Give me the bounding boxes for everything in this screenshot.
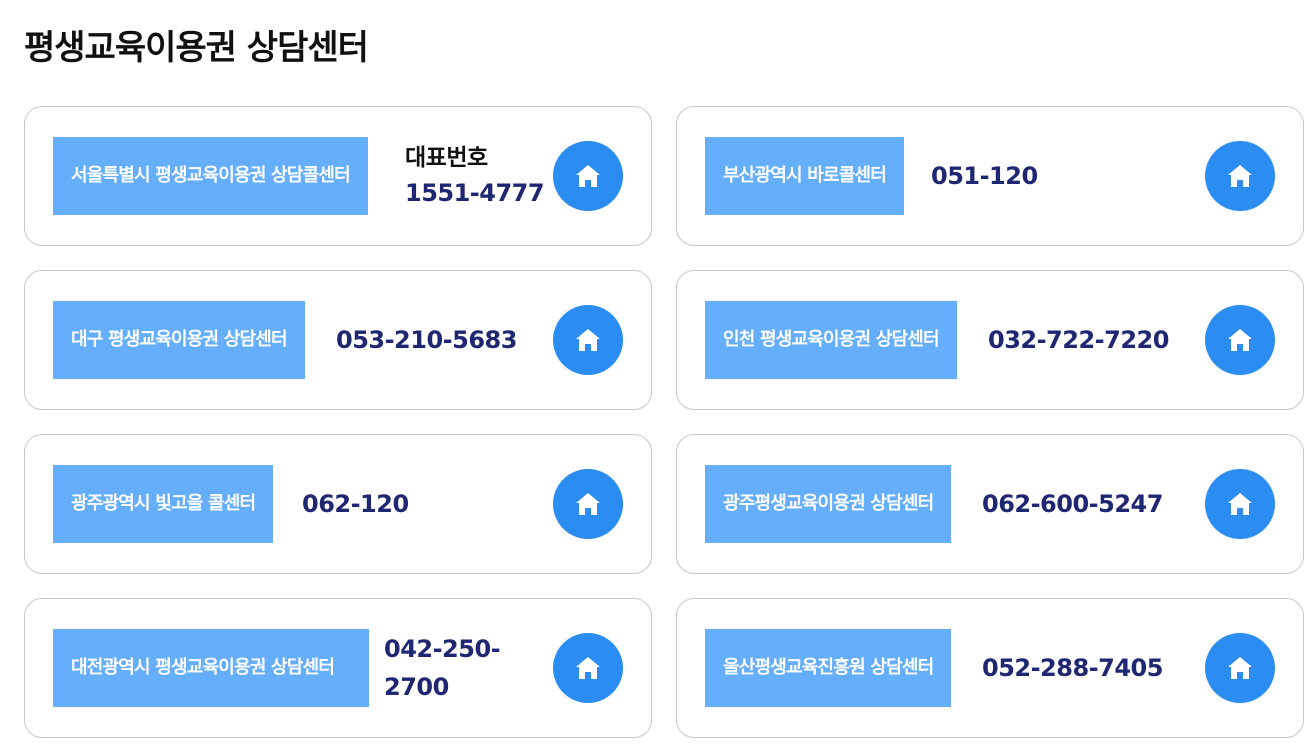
center-name-label: 대전광역시 평생교육이용권 상담센터 bbox=[53, 629, 369, 707]
home-icon bbox=[576, 165, 600, 187]
home-button[interactable] bbox=[1205, 633, 1275, 703]
phone-number: 062-600-5247 bbox=[982, 490, 1163, 518]
home-button[interactable] bbox=[553, 305, 623, 375]
phone-number: 032-722-7220 bbox=[988, 326, 1169, 354]
phone-number: 042-250-2700 bbox=[384, 635, 501, 701]
phone-number: 053-210-5683 bbox=[336, 326, 517, 354]
center-card-incheon: 인천 평생교육이용권 상담센터 032-722-7220 bbox=[676, 270, 1304, 410]
center-name-label: 광주광역시 빛고을 콜센터 bbox=[53, 465, 274, 543]
center-card-ulsan: 울산평생교육진흥원 상담센터 052-288-7405 bbox=[676, 598, 1304, 738]
center-card-seoul: 서울특별시 평생교육이용권 상담콜센터 대표번호 1551-4777 bbox=[24, 106, 652, 246]
home-icon bbox=[1228, 657, 1252, 679]
home-button[interactable] bbox=[553, 469, 623, 539]
home-button[interactable] bbox=[553, 633, 623, 703]
center-card-daegu: 대구 평생교육이용권 상담센터 053-210-5683 bbox=[24, 270, 652, 410]
center-name-label: 광주평생교육이용권 상담센터 bbox=[705, 465, 952, 543]
center-card-daejeon: 대전광역시 평생교육이용권 상담센터 042-250-2700 bbox=[24, 598, 652, 738]
home-icon bbox=[576, 329, 600, 351]
center-card-busan: 부산광역시 바로콜센터 051-120 bbox=[676, 106, 1304, 246]
phone-block: 051-120 bbox=[931, 137, 1038, 215]
home-button[interactable] bbox=[553, 141, 623, 211]
phone-block: 대표번호 1551-4777 bbox=[405, 137, 545, 215]
home-button[interactable] bbox=[1205, 469, 1275, 539]
center-card-gwangju-lifelong: 광주평생교육이용권 상담센터 062-600-5247 bbox=[676, 434, 1304, 574]
home-icon bbox=[1228, 329, 1252, 351]
center-name-label: 서울특별시 평생교육이용권 상담콜센터 bbox=[53, 137, 368, 215]
phone-number: 062-120 bbox=[302, 490, 409, 518]
phone-caption: 대표번호 bbox=[405, 145, 488, 171]
home-icon bbox=[1228, 493, 1252, 515]
center-grid: 서울특별시 평생교육이용권 상담콜센터 대표번호 1551-4777 부산광역시… bbox=[24, 106, 1304, 738]
phone-block: 052-288-7405 bbox=[982, 629, 1163, 707]
phone-number: 051-120 bbox=[931, 162, 1038, 190]
phone-block: 053-210-5683 bbox=[336, 301, 517, 379]
phone-block: 062-120 bbox=[302, 465, 409, 543]
home-icon bbox=[576, 493, 600, 515]
center-name-label: 울산평생교육진흥원 상담센터 bbox=[705, 629, 952, 707]
home-button[interactable] bbox=[1205, 305, 1275, 375]
phone-number: 1551-4777 bbox=[405, 179, 545, 207]
center-name-label: 부산광역시 바로콜센터 bbox=[705, 137, 905, 215]
home-button[interactable] bbox=[1205, 141, 1275, 211]
page-title: 평생교육이용권 상담센터 bbox=[24, 28, 369, 68]
center-name-label: 대구 평생교육이용권 상담센터 bbox=[53, 301, 305, 379]
phone-block: 042-250-2700 bbox=[384, 629, 514, 707]
home-icon bbox=[576, 657, 600, 679]
center-card-gwangju-city: 광주광역시 빛고을 콜센터 062-120 bbox=[24, 434, 652, 574]
phone-number: 052-288-7405 bbox=[982, 654, 1163, 682]
phone-block: 062-600-5247 bbox=[982, 465, 1163, 543]
home-icon bbox=[1228, 165, 1252, 187]
center-name-label: 인천 평생교육이용권 상담센터 bbox=[705, 301, 957, 379]
phone-block: 032-722-7220 bbox=[988, 301, 1169, 379]
